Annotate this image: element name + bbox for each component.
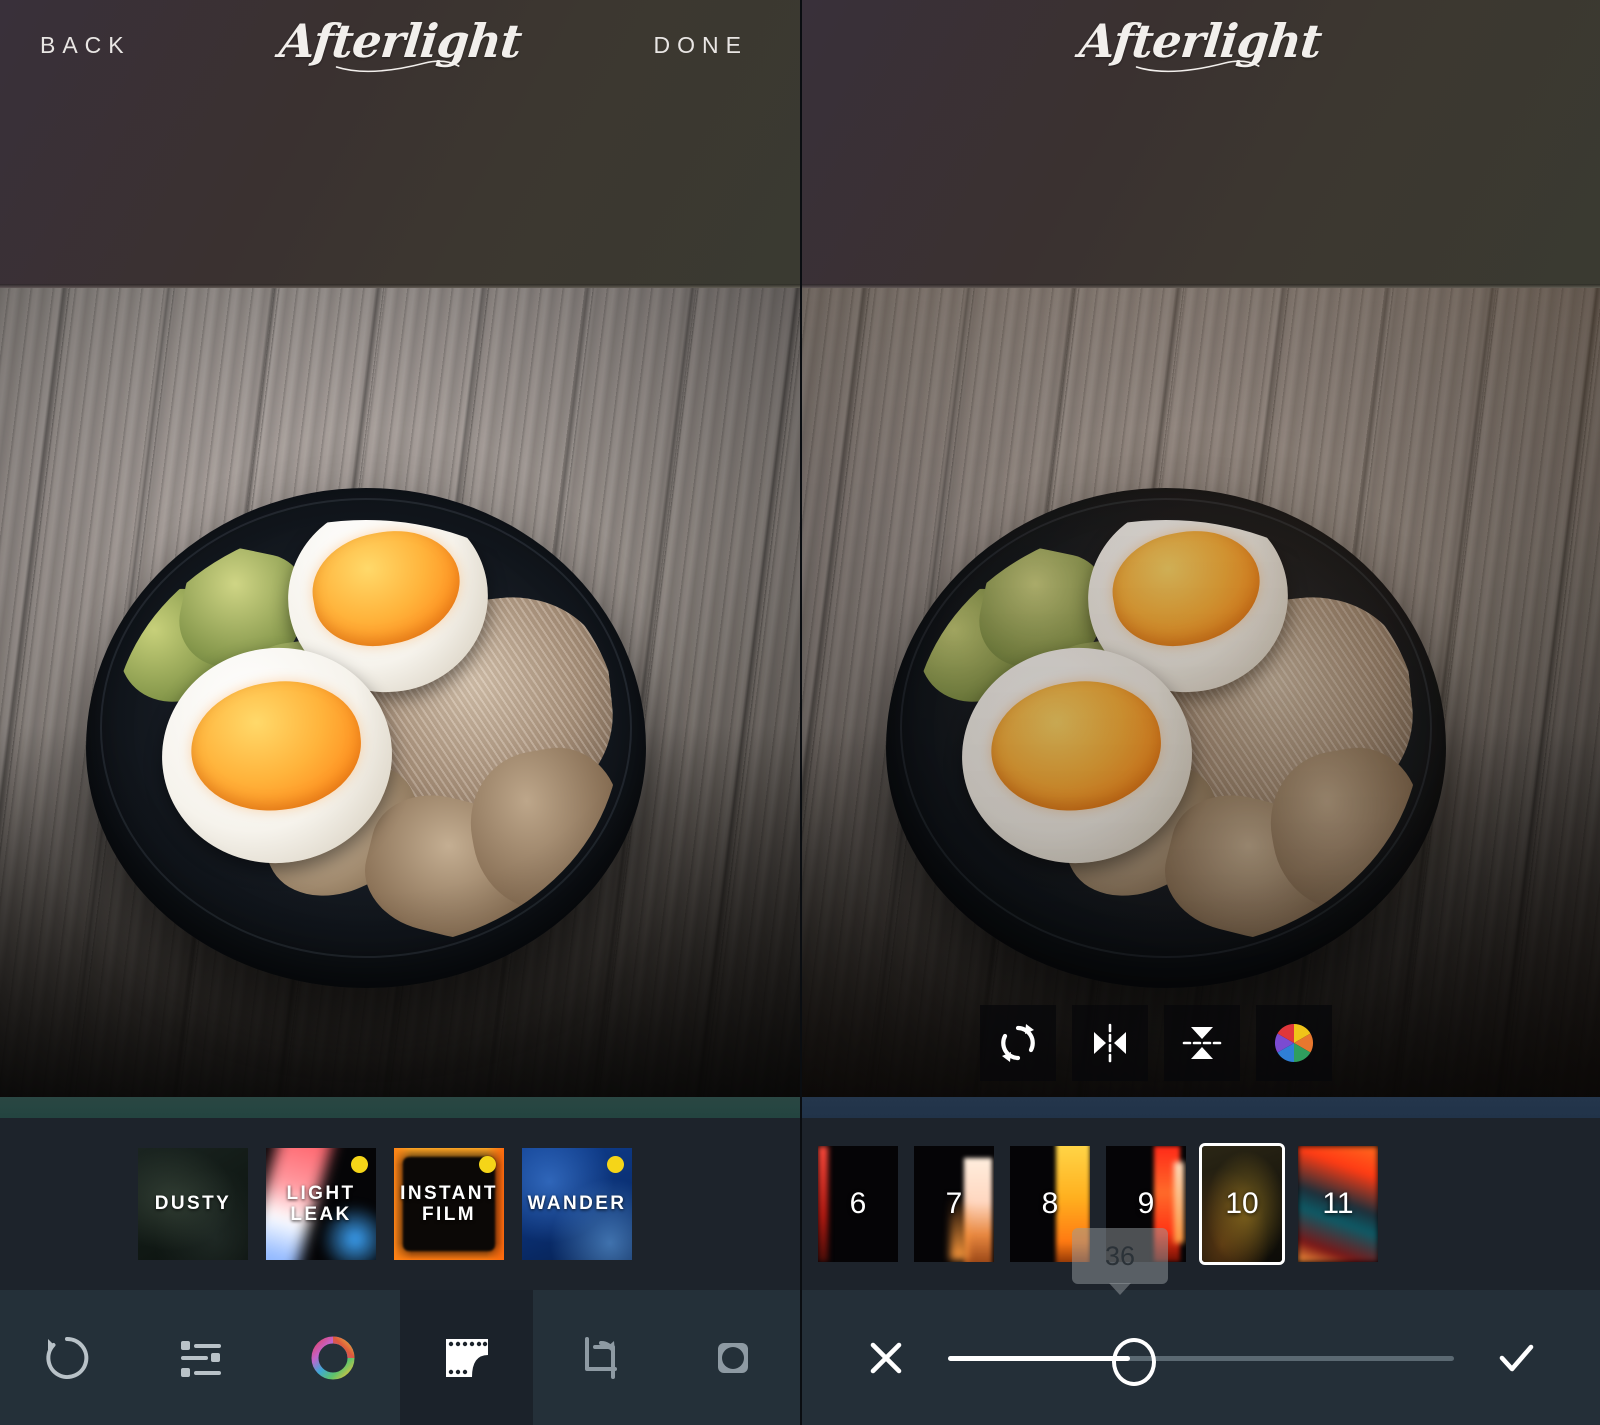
rotate-icon bbox=[1001, 1024, 1035, 1062]
toolbar-filters-button[interactable] bbox=[399, 1290, 534, 1425]
panel-divider bbox=[800, 0, 802, 1425]
left-toolbar bbox=[0, 1290, 800, 1425]
photo-vignette bbox=[0, 288, 800, 1097]
leak-thumbnail-10-selected[interactable]: 10 bbox=[1199, 1143, 1285, 1265]
filter-pack-label: LIGHT bbox=[286, 1182, 356, 1204]
confirm-button[interactable] bbox=[1488, 1334, 1544, 1382]
app-screen: BACK Afterlight DONE DUSTY LIGHT LEAK IN… bbox=[0, 0, 1600, 1425]
filter-pack-label: WANDER bbox=[527, 1193, 627, 1215]
right-filter-strip[interactable]: 6 7 8 9 10 11 bbox=[800, 1118, 1600, 1290]
close-icon bbox=[870, 1342, 902, 1373]
app-logo-text: Afterlight bbox=[1076, 14, 1324, 68]
flip-horizontal-icon bbox=[1094, 1023, 1126, 1063]
app-logo: Afterlight bbox=[800, 14, 1600, 74]
right-toolbar bbox=[800, 1290, 1600, 1425]
film-icon bbox=[445, 1338, 488, 1377]
flip-vertical-button[interactable] bbox=[1164, 1005, 1240, 1081]
left-panel: BACK Afterlight DONE DUSTY LIGHT LEAK IN… bbox=[0, 0, 800, 1425]
leak-thumbnail-6[interactable]: 6 bbox=[818, 1146, 898, 1262]
color-wheel-icon bbox=[1274, 1023, 1314, 1062]
toolbar-color-button[interactable] bbox=[266, 1290, 400, 1425]
left-header: BACK Afterlight DONE bbox=[0, 0, 800, 288]
check-icon bbox=[1499, 1344, 1534, 1371]
new-badge-icon bbox=[351, 1156, 368, 1173]
left-filter-strip[interactable]: DUSTY LIGHT LEAK INSTANT FILM WANDER bbox=[0, 1118, 800, 1290]
right-header: Afterlight bbox=[800, 0, 1600, 288]
filter-pack-label-2: LEAK bbox=[290, 1204, 352, 1225]
toolbar-reset-button[interactable] bbox=[0, 1290, 134, 1425]
filter-thumbnail-list: DUSTY LIGHT LEAK INSTANT FILM WANDER bbox=[0, 1118, 632, 1290]
leak-thumbnail-number: 10 bbox=[1225, 1187, 1259, 1220]
filter-pack-light-leak[interactable]: LIGHT LEAK bbox=[266, 1148, 376, 1260]
done-button[interactable]: DONE bbox=[654, 32, 748, 59]
filter-pack-instant-film[interactable]: INSTANT FILM bbox=[394, 1148, 504, 1260]
photo-preview-original[interactable] bbox=[0, 288, 800, 1097]
reset-icon bbox=[46, 1336, 88, 1379]
new-badge-icon bbox=[479, 1156, 496, 1173]
left-strip-top-edge bbox=[0, 1097, 800, 1118]
rotate-button[interactable] bbox=[980, 1005, 1056, 1081]
toolbar-crop-button[interactable] bbox=[533, 1290, 667, 1425]
leak-thumbnail-number: 11 bbox=[1322, 1187, 1354, 1220]
leak-thumbnail-number: 7 bbox=[945, 1187, 963, 1220]
slider-knob[interactable] bbox=[1112, 1337, 1157, 1386]
leak-thumbnail-11[interactable]: 11 bbox=[1298, 1146, 1378, 1262]
filter-pack-label: INSTANT bbox=[400, 1182, 498, 1204]
filter-pack-label-2: FILM bbox=[422, 1204, 476, 1225]
app-logo-text: Afterlight bbox=[276, 14, 524, 68]
filter-pack-label: DUSTY bbox=[154, 1193, 232, 1215]
frame-icon bbox=[718, 1342, 749, 1373]
cancel-button[interactable] bbox=[858, 1334, 914, 1382]
leak-thumbnail-7[interactable]: 7 bbox=[914, 1146, 994, 1262]
adjust-icon bbox=[180, 1340, 221, 1377]
leak-thumbnail-number: 8 bbox=[1041, 1187, 1059, 1220]
toolbar-adjust-button[interactable] bbox=[133, 1290, 267, 1425]
photo-vignette bbox=[800, 288, 1600, 1097]
crop-icon bbox=[584, 1336, 617, 1379]
right-panel: Afterlight 6 7 8 9 10 11 bbox=[800, 0, 1600, 1425]
filter-pack-wander[interactable]: WANDER bbox=[522, 1148, 632, 1260]
photo-preview-edited[interactable] bbox=[800, 288, 1600, 1097]
leak-thumbnail-number: 9 bbox=[1137, 1187, 1155, 1220]
color-wheel-icon bbox=[311, 1336, 355, 1379]
slider-track-fill bbox=[948, 1355, 1131, 1361]
flip-vertical-icon bbox=[1182, 1027, 1222, 1059]
flip-horizontal-button[interactable] bbox=[1072, 1005, 1148, 1081]
intensity-slider[interactable] bbox=[948, 1290, 1454, 1425]
color-button[interactable] bbox=[1256, 1005, 1332, 1081]
toolbar-frame-button[interactable] bbox=[666, 1290, 800, 1425]
new-badge-icon bbox=[607, 1156, 624, 1173]
leak-thumbnail-number: 6 bbox=[849, 1187, 867, 1220]
slider-value-tooltip: 36 bbox=[1072, 1228, 1168, 1295]
filter-pack-dusty[interactable]: DUSTY bbox=[138, 1148, 248, 1260]
image-tools-bar bbox=[980, 1005, 1332, 1081]
slider-value: 36 bbox=[1104, 1240, 1136, 1271]
right-strip-top-edge bbox=[800, 1097, 1600, 1118]
